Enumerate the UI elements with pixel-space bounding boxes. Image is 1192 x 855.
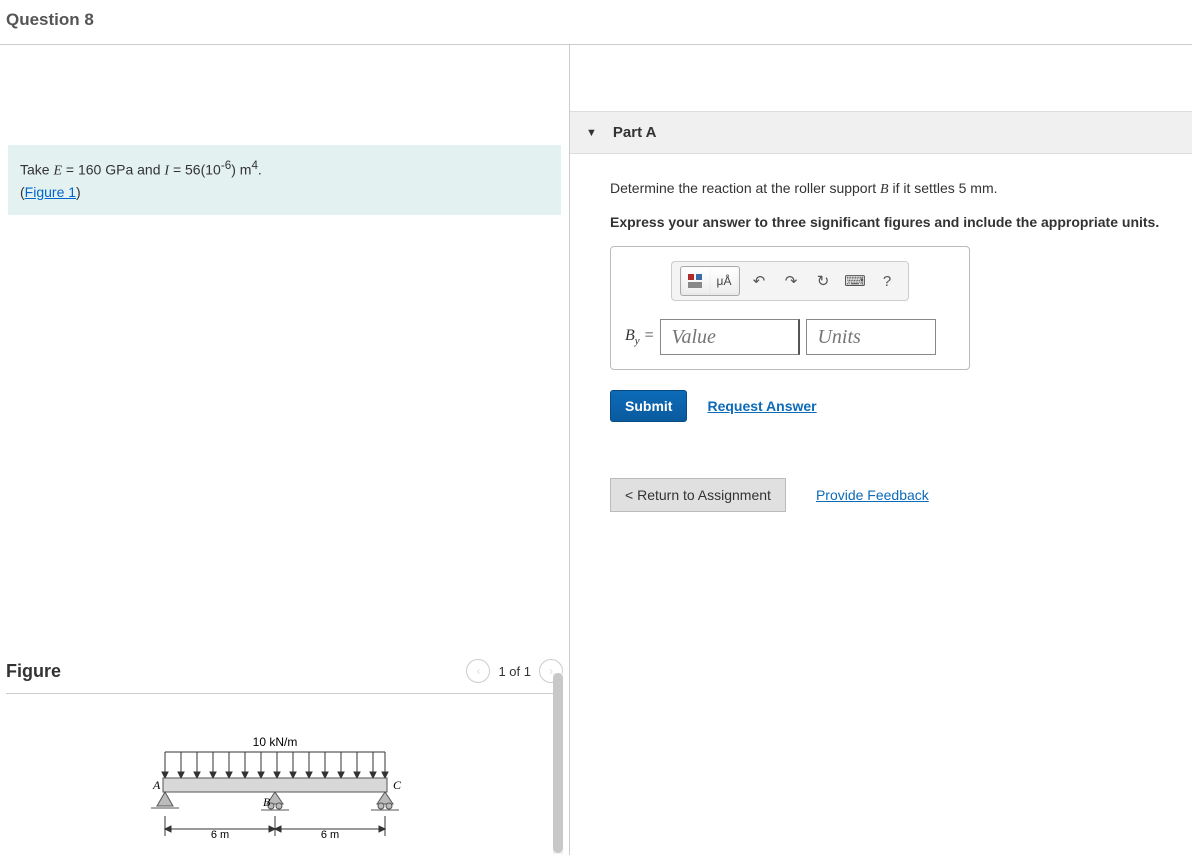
- text: if it settles 5: [889, 180, 971, 196]
- load-label: 10 kN/m: [252, 735, 297, 749]
- question-title: Question 8: [6, 10, 1186, 30]
- return-button[interactable]: < Return to Assignment: [610, 478, 786, 512]
- redo-icon: ↷: [785, 272, 798, 290]
- submit-button[interactable]: Submit: [610, 390, 687, 422]
- exp: -6: [221, 159, 231, 172]
- problem-statement: Take E = 160 GPa and I = 56(10-6) m4. (F…: [8, 145, 561, 215]
- label-A: A: [152, 778, 161, 792]
- unit: mm: [970, 180, 993, 196]
- label-B: B: [263, 795, 271, 809]
- prompt: Determine the reaction at the roller sup…: [610, 178, 1176, 200]
- greek-label: μÅ: [717, 274, 732, 288]
- text: .: [994, 180, 998, 196]
- var-E: E: [53, 164, 62, 179]
- label-eq: =: [640, 327, 655, 344]
- label-var: B: [625, 327, 635, 344]
- text: = 56(10: [169, 162, 221, 178]
- templates-icon: [687, 273, 705, 289]
- dim1: 6 m: [210, 829, 228, 841]
- figure-nav-label: 1 of 1: [498, 664, 531, 679]
- figure-title: Figure: [6, 661, 61, 682]
- figure-nav: ‹ 1 of 1 ›: [466, 659, 563, 683]
- figure-link[interactable]: Figure 1: [25, 184, 76, 200]
- instruction: Express your answer to three significant…: [610, 214, 1176, 230]
- right-panel: ▼ Part A Determine the reaction at the r…: [570, 45, 1192, 855]
- value-input[interactable]: [660, 319, 800, 355]
- beam-diagram: 10 kN/m A B: [135, 734, 435, 854]
- question-header: Question 8: [0, 0, 1192, 45]
- help-button[interactable]: ?: [874, 269, 900, 293]
- provide-feedback-link[interactable]: Provide Feedback: [816, 487, 929, 503]
- templates-button[interactable]: [683, 269, 709, 293]
- toolbar-group-format: μÅ: [680, 266, 740, 296]
- answer-toolbar: μÅ ↶ ↷ ↻ ⌨ ?: [671, 261, 909, 301]
- left-panel: Take E = 160 GPa and I = 56(10-6) m4. (F…: [0, 45, 570, 855]
- scrollbar-thumb[interactable]: [553, 673, 563, 853]
- text: .: [258, 162, 262, 178]
- keyboard-button[interactable]: ⌨: [842, 269, 868, 293]
- text: and: [133, 162, 164, 178]
- undo-icon: ↶: [753, 272, 766, 290]
- figure-prev-button[interactable]: ‹: [466, 659, 490, 683]
- reset-button[interactable]: ↻: [810, 269, 836, 293]
- keyboard-icon: ⌨: [844, 272, 866, 290]
- input-row: By =: [625, 319, 955, 355]
- label-C: C: [393, 778, 402, 792]
- answer-box: μÅ ↶ ↷ ↻ ⌨ ? By =: [610, 246, 970, 370]
- chevron-left-icon: ‹: [476, 664, 480, 678]
- var-B: B: [880, 182, 889, 197]
- undo-button[interactable]: ↶: [746, 269, 772, 293]
- figure-header: Figure ‹ 1 of 1 ›: [6, 653, 563, 694]
- dim2: 6 m: [320, 829, 338, 841]
- unit: m: [236, 162, 252, 178]
- caret-down-icon: ▼: [586, 127, 597, 139]
- content-area: Take E = 160 GPa and I = 56(10-6) m4. (F…: [0, 45, 1192, 855]
- help-icon: ?: [883, 273, 891, 290]
- text: = 160: [62, 162, 105, 178]
- answer-label: By =: [625, 327, 654, 347]
- greek-button[interactable]: μÅ: [711, 269, 737, 293]
- figure-scrollbar[interactable]: [553, 673, 563, 854]
- units-input[interactable]: [806, 319, 936, 355]
- redo-button[interactable]: ↷: [778, 269, 804, 293]
- return-label: Return to Assignment: [637, 487, 771, 503]
- unit: GPa: [105, 162, 133, 178]
- text: Determine the reaction at the roller sup…: [610, 180, 880, 196]
- button-row: Submit Request Answer: [610, 390, 1176, 422]
- part-a-body: Determine the reaction at the roller sup…: [570, 154, 1192, 512]
- request-answer-link[interactable]: Request Answer: [707, 398, 816, 414]
- text: Take: [20, 162, 53, 178]
- footer-row: < Return to Assignment Provide Feedback: [610, 478, 1176, 512]
- part-a-header[interactable]: ▼ Part A: [570, 111, 1192, 154]
- part-a-title: Part A: [613, 124, 657, 141]
- reset-icon: ↻: [817, 272, 830, 290]
- chevron-left-icon: <: [625, 487, 637, 503]
- figure-section: Figure ‹ 1 of 1 ›: [6, 653, 563, 854]
- figure-body: 10 kN/m A B: [6, 694, 563, 854]
